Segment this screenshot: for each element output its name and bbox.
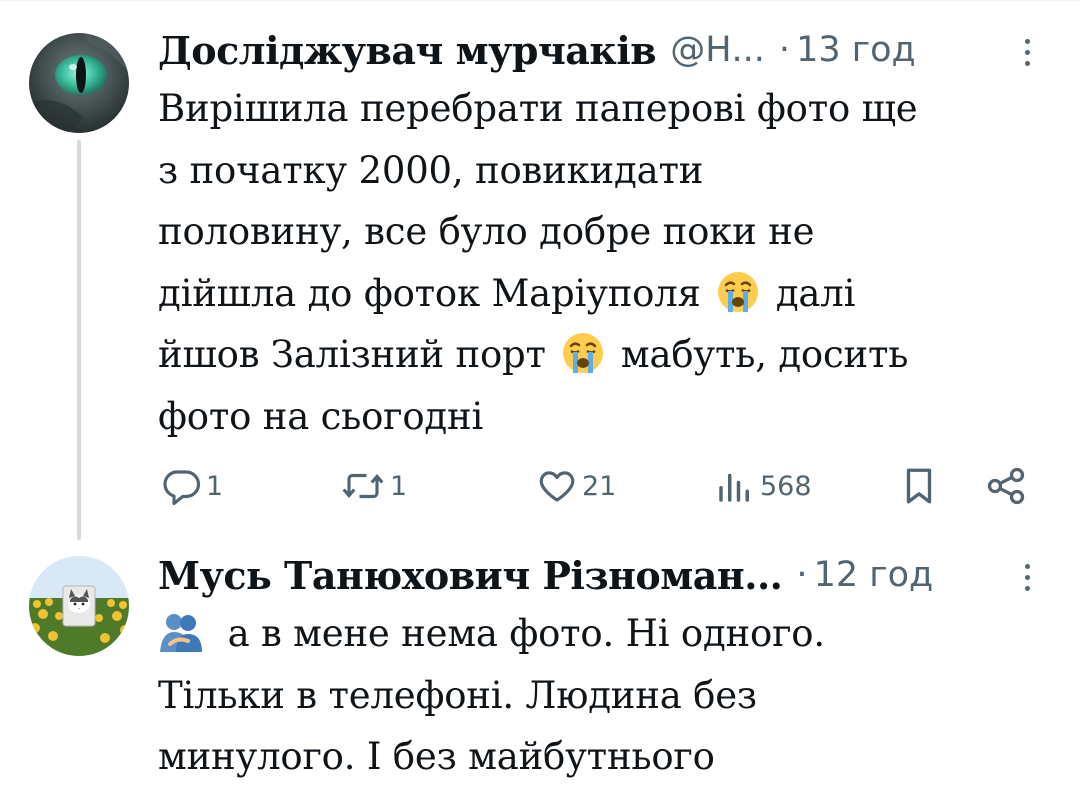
text-line-with-emoji: йшов Залізний порт мабуть, досить (158, 324, 918, 386)
reply-header: Мусь Танюхович Різноман... · 12 год (158, 545, 933, 605)
action-bar: 1 1 21 568 (0, 456, 1080, 516)
views-button[interactable]: 568 (714, 456, 812, 516)
repost-icon (342, 473, 384, 499)
separator-dot: · (778, 30, 791, 70)
reply-text: а в мене нема фото. Ні одного. Тільки в … (158, 603, 825, 788)
like-count: 21 (582, 470, 617, 502)
text-segment: мабуть, досить (620, 333, 909, 376)
text-segment: йшов Залізний порт (158, 333, 546, 376)
repost-button[interactable]: 1 (340, 456, 407, 516)
share-icon (987, 467, 1025, 505)
reply-count: 1 (206, 470, 224, 502)
text-line: минулого. І без майбутнього (158, 735, 715, 778)
share-button[interactable] (984, 456, 1028, 516)
author-name[interactable]: Мусь Танюхович Різноман... (158, 553, 783, 598)
people-hugging-emoji (158, 610, 204, 673)
reply-icon (163, 470, 201, 506)
separator-dot: · (796, 555, 808, 595)
bookmark-icon (906, 468, 932, 504)
loudly-crying-face-emoji (716, 270, 760, 333)
author-name[interactable]: Досліджувач мурчаків (158, 28, 657, 73)
bookmark-button[interactable] (898, 456, 940, 516)
top-divider (0, 0, 1080, 1)
text-line: Тільки в телефоні. Людина без (158, 673, 757, 717)
reply-text: Вирішила перебрати паперові фото ще з по… (158, 78, 918, 447)
text-segment: дійшла до фоток Маріуполя (158, 271, 701, 315)
author-handle[interactable]: @Н... (670, 30, 765, 70)
text-line: половину, все було добре поки не (158, 210, 815, 253)
more-options-icon[interactable] (1012, 557, 1042, 597)
heart-icon (539, 471, 575, 502)
cat-sunflowers-avatar-image (29, 556, 129, 656)
analytics-icon (719, 473, 749, 502)
view-count: 568 (760, 470, 812, 502)
text-line: Вирішила перебрати паперові фото ще (158, 87, 918, 130)
loudly-crying-face-emoji (561, 331, 605, 394)
avatar[interactable] (29, 556, 129, 656)
avatar[interactable] (29, 33, 129, 133)
reply-button[interactable]: 1 (160, 456, 223, 516)
text-segment: далі (775, 271, 856, 315)
timestamp[interactable]: 13 год (796, 30, 916, 70)
text-line-with-emoji: а в мене нема фото. Ні одного. (158, 603, 825, 665)
text-line: фото на сьогодні (158, 394, 484, 438)
text-segment: а в мене нема фото. Ні одного. (227, 612, 826, 655)
repost-count: 1 (390, 470, 408, 502)
timestamp[interactable]: 12 год (814, 555, 934, 595)
more-options-icon[interactable] (1012, 32, 1042, 72)
text-line-with-emoji: дійшла до фоток Маріуполя далі (158, 263, 918, 325)
cat-eye-avatar-image (29, 33, 129, 133)
text-line: з початку 2000, повикидати (158, 148, 704, 192)
like-button[interactable]: 21 (536, 456, 616, 516)
reply-header: Досліджувач мурчаків @Н... · 13 год (158, 20, 916, 80)
